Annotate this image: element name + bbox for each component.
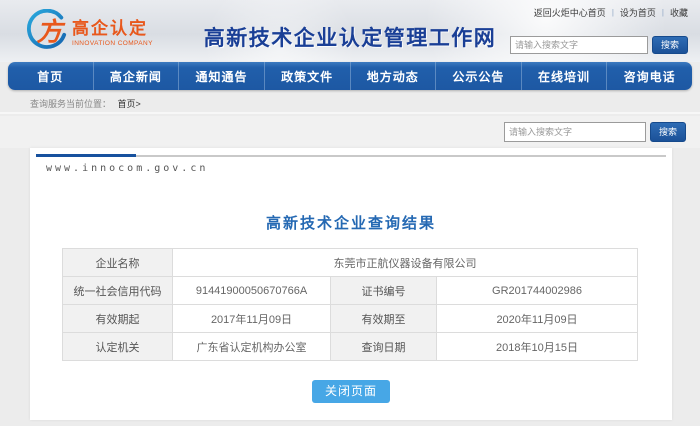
panel-top-divider bbox=[36, 154, 666, 157]
link-separator: | bbox=[662, 8, 664, 17]
content-search-input[interactable] bbox=[504, 122, 646, 142]
value-valid-until: 2020年11月09日 bbox=[437, 305, 638, 333]
header-search-input[interactable] bbox=[510, 36, 648, 54]
value-company-name: 东莞市正航仪器设备有限公司 bbox=[173, 249, 638, 277]
value-certifying-authority: 广东省认定机构办公室 bbox=[173, 333, 331, 361]
nav-item-online-training[interactable]: 在线培训 bbox=[522, 62, 608, 90]
link-separator: | bbox=[612, 8, 614, 17]
nav-item-home[interactable]: 首页 bbox=[8, 62, 94, 90]
nav-item-announcements[interactable]: 公示公告 bbox=[436, 62, 522, 90]
close-button-container: 关闭页面 bbox=[30, 380, 672, 403]
header-search: 搜索 bbox=[510, 36, 688, 54]
nav-item-news[interactable]: 高企新闻 bbox=[94, 62, 180, 90]
value-valid-from: 2017年11月09日 bbox=[173, 305, 331, 333]
label-company-name: 企业名称 bbox=[63, 249, 173, 277]
main-navigation: 首页 高企新闻 通知通告 政策文件 地方动态 公示公告 在线培训 咨询电话 bbox=[8, 62, 692, 90]
label-certifying-authority: 认定机关 bbox=[63, 333, 173, 361]
result-table: 企业名称 东莞市正航仪器设备有限公司 统一社会信用代码 914419000506… bbox=[62, 248, 638, 361]
value-credit-code: 91441900050670766A bbox=[173, 277, 331, 305]
breadcrumb-current-home[interactable]: 首页> bbox=[118, 99, 141, 109]
top-links: 返回火炬中心首页 | 设为首页 | 收藏 bbox=[534, 6, 688, 19]
table-row-authority-query-date: 认定机关 广东省认定机构办公室 查询日期 2018年10月15日 bbox=[63, 333, 638, 361]
label-valid-from: 有效期起 bbox=[63, 305, 173, 333]
site-domain: www.innocom.gov.cn bbox=[46, 163, 208, 174]
link-set-homepage[interactable]: 设为首页 bbox=[620, 6, 656, 19]
breadcrumb-prefix: 查询服务当前位置： bbox=[30, 99, 111, 109]
nav-item-notices[interactable]: 通知通告 bbox=[179, 62, 265, 90]
header-search-button[interactable]: 搜索 bbox=[652, 36, 688, 54]
table-row-credit-code-cert: 统一社会信用代码 91441900050670766A 证书编号 GR20174… bbox=[63, 277, 638, 305]
value-certificate-number: GR201744002986 bbox=[437, 277, 638, 305]
label-credit-code: 统一社会信用代码 bbox=[63, 277, 173, 305]
content-panel: www.innocom.gov.cn 高新技术企业查询结果 企业名称 东莞市正航… bbox=[30, 148, 672, 420]
label-certificate-number: 证书编号 bbox=[331, 277, 437, 305]
table-row-company-name: 企业名称 东莞市正航仪器设备有限公司 bbox=[63, 249, 638, 277]
result-title: 高新技术企业查询结果 bbox=[30, 212, 672, 233]
content-search-button[interactable]: 搜索 bbox=[650, 122, 686, 142]
breadcrumb: 查询服务当前位置： 首页> bbox=[0, 90, 700, 114]
value-query-date: 2018年10月15日 bbox=[437, 333, 638, 361]
nav-item-contact-phone[interactable]: 咨询电话 bbox=[607, 62, 692, 90]
search-strip: 搜索 bbox=[0, 116, 700, 148]
nav-item-policy-files[interactable]: 政策文件 bbox=[265, 62, 351, 90]
nav-item-local-news[interactable]: 地方动态 bbox=[351, 62, 437, 90]
label-valid-until: 有效期至 bbox=[331, 305, 437, 333]
close-page-button[interactable]: 关闭页面 bbox=[312, 380, 390, 403]
link-torch-center-home[interactable]: 返回火炬中心首页 bbox=[534, 6, 606, 19]
table-row-validity: 有效期起 2017年11月09日 有效期至 2020年11月09日 bbox=[63, 305, 638, 333]
page-header: 方 高企认定 INNOVATION COMPANY 高新技术企业认定管理工作网 … bbox=[0, 0, 700, 62]
content-search: 搜索 bbox=[504, 122, 686, 142]
label-query-date: 查询日期 bbox=[331, 333, 437, 361]
link-favorite[interactable]: 收藏 bbox=[670, 6, 688, 19]
